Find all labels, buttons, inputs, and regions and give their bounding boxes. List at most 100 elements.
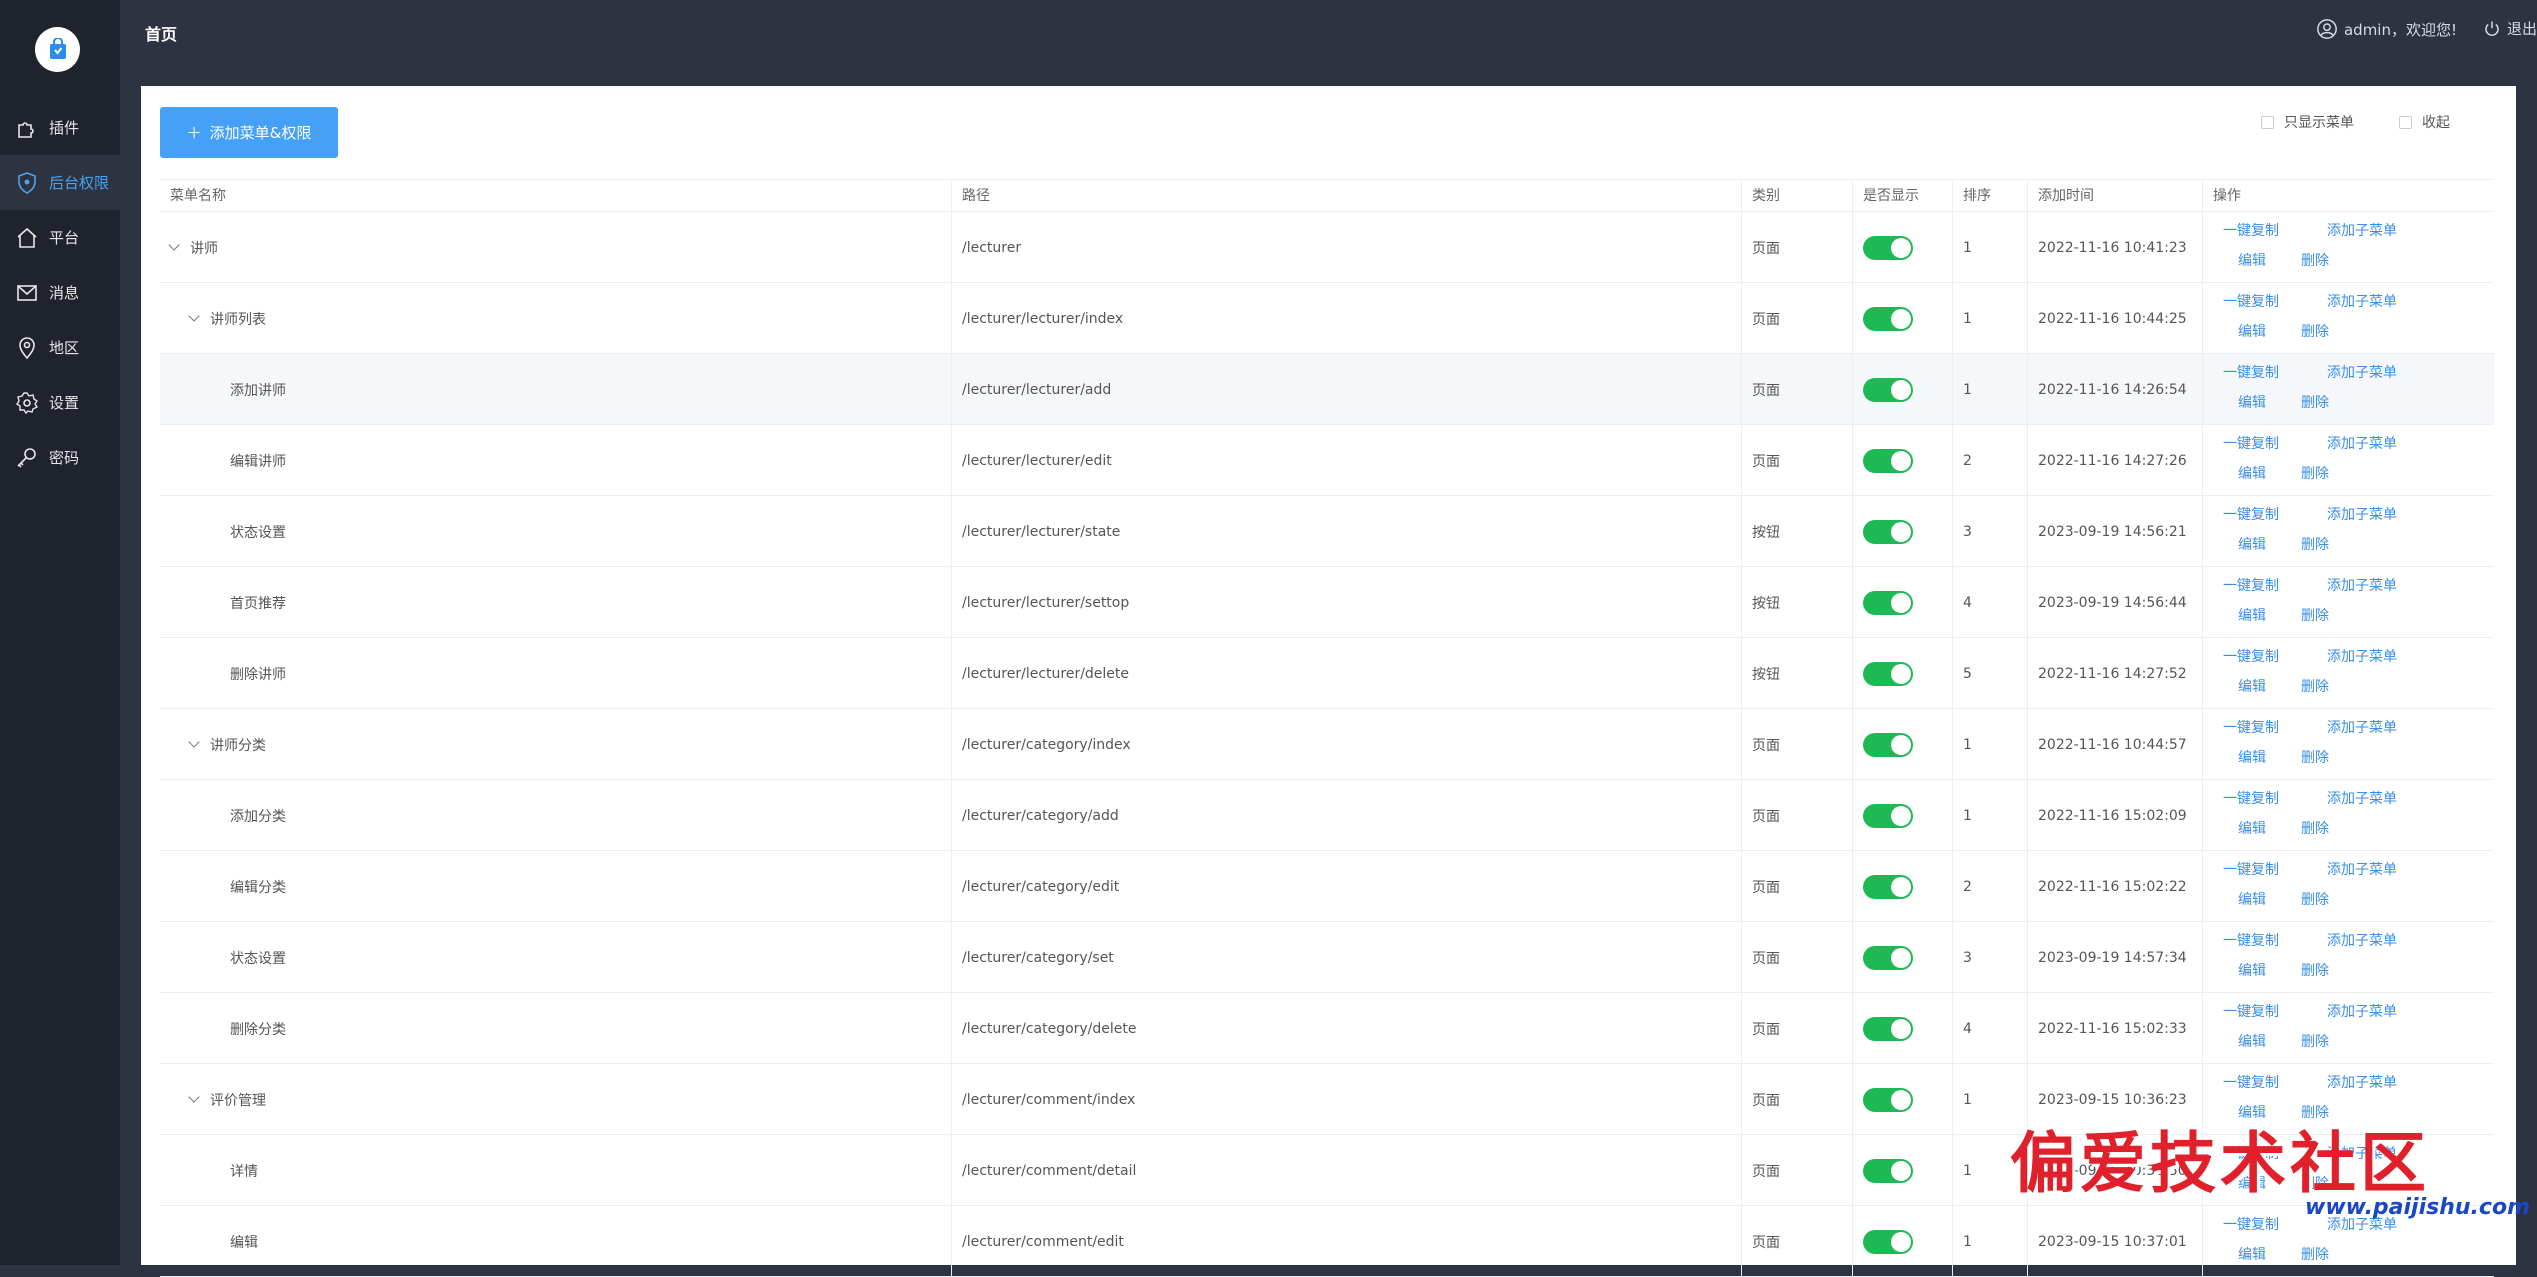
show-toggle[interactable] bbox=[1863, 1158, 1913, 1183]
table-row[interactable]: 删除讲师 /lecturer/lecturer/delete 按钮 5 2022… bbox=[160, 638, 2494, 709]
copy-link[interactable]: 一键复制 bbox=[2223, 1214, 2279, 1234]
copy-link[interactable]: 一键复制 bbox=[2223, 291, 2279, 311]
copy-link[interactable]: 一键复制 bbox=[2223, 717, 2279, 737]
table-row[interactable]: 删除分类 /lecturer/category/delete 页面 4 2022… bbox=[160, 993, 2494, 1064]
edit-link[interactable]: 编辑 bbox=[2238, 605, 2266, 625]
table-row[interactable]: 编辑 /lecturer/comment/edit 页面 1 2023-09-1… bbox=[160, 1206, 2494, 1277]
delete-link[interactable]: 删除 bbox=[2301, 250, 2329, 270]
copy-link[interactable]: 一键复制 bbox=[2223, 220, 2279, 240]
show-toggle[interactable] bbox=[1863, 803, 1913, 828]
chevron-down-icon[interactable] bbox=[188, 310, 200, 322]
delete-link[interactable]: 删除 bbox=[2301, 463, 2329, 483]
add-child-link[interactable]: 添加子菜单 bbox=[2327, 788, 2397, 808]
checkbox-box[interactable] bbox=[2261, 115, 2274, 129]
add-child-link[interactable]: 添加子菜单 bbox=[2327, 433, 2397, 453]
show-toggle[interactable] bbox=[1863, 1087, 1913, 1112]
show-toggle[interactable] bbox=[1863, 1229, 1913, 1254]
collapse-checkbox[interactable]: 收起 bbox=[2399, 112, 2450, 132]
show-toggle[interactable] bbox=[1863, 448, 1913, 473]
show-toggle[interactable] bbox=[1863, 661, 1913, 686]
add-child-link[interactable]: 添加子菜单 bbox=[2327, 362, 2397, 382]
add-child-link[interactable]: 添加子菜单 bbox=[2327, 930, 2397, 950]
edit-link[interactable]: 编辑 bbox=[2238, 1244, 2266, 1264]
table-row[interactable]: 状态设置 /lecturer/category/set 页面 3 2023-09… bbox=[160, 922, 2494, 993]
copy-link[interactable]: 一键复制 bbox=[2223, 1072, 2279, 1092]
delete-link[interactable]: 删除 bbox=[2301, 605, 2329, 625]
copy-link[interactable]: 一键复制 bbox=[2223, 575, 2279, 595]
delete-link[interactable]: 删除 bbox=[2301, 1244, 2329, 1264]
add-child-link[interactable]: 添加子菜单 bbox=[2327, 646, 2397, 666]
table-row[interactable]: 讲师列表 /lecturer/lecturer/index 页面 1 2022-… bbox=[160, 283, 2494, 354]
edit-link[interactable]: 编辑 bbox=[2238, 534, 2266, 554]
sidebar-item-0[interactable]: 插件 bbox=[0, 100, 120, 155]
table-row[interactable]: 状态设置 /lecturer/lecturer/state 按钮 3 2023-… bbox=[160, 496, 2494, 567]
sidebar-item-6[interactable]: 密码 bbox=[0, 430, 120, 485]
show-toggle[interactable] bbox=[1863, 874, 1913, 899]
sidebar-item-1[interactable]: 后台权限 bbox=[0, 155, 120, 210]
sidebar-item-2[interactable]: 平台 bbox=[0, 210, 120, 265]
table-row[interactable]: 编辑讲师 /lecturer/lecturer/edit 页面 2 2022-1… bbox=[160, 425, 2494, 496]
sidebar-item-4[interactable]: 地区 bbox=[0, 320, 120, 375]
add-menu-button[interactable]: ＋ 添加菜单&权限 bbox=[160, 107, 338, 158]
add-child-link[interactable]: 添加子菜单 bbox=[2327, 220, 2397, 240]
edit-link[interactable]: 编辑 bbox=[2238, 676, 2266, 696]
delete-link[interactable]: 删除 bbox=[2301, 1031, 2329, 1051]
edit-link[interactable]: 编辑 bbox=[2238, 321, 2266, 341]
delete-link[interactable]: 删除 bbox=[2301, 321, 2329, 341]
app-logo[interactable] bbox=[35, 27, 80, 72]
copy-link[interactable]: 一键复制 bbox=[2223, 362, 2279, 382]
delete-link[interactable]: 删除 bbox=[2301, 889, 2329, 909]
edit-link[interactable]: 编辑 bbox=[2238, 463, 2266, 483]
add-child-link[interactable]: 添加子菜单 bbox=[2327, 291, 2397, 311]
sidebar-item-5[interactable]: 设置 bbox=[0, 375, 120, 430]
edit-link[interactable]: 编辑 bbox=[2238, 250, 2266, 270]
delete-link[interactable]: 删除 bbox=[2301, 392, 2329, 412]
show-toggle[interactable] bbox=[1863, 377, 1913, 402]
add-child-link[interactable]: 添加子菜单 bbox=[2327, 504, 2397, 524]
table-row[interactable]: 添加讲师 /lecturer/lecturer/add 页面 1 2022-11… bbox=[160, 354, 2494, 425]
only-menu-checkbox[interactable]: 只显示菜单 bbox=[2261, 112, 2354, 132]
copy-link[interactable]: 一键复制 bbox=[2223, 646, 2279, 666]
table-row[interactable]: 首页推荐 /lecturer/lecturer/settop 按钮 4 2023… bbox=[160, 567, 2494, 638]
checkbox-box[interactable] bbox=[2399, 115, 2412, 129]
show-toggle[interactable] bbox=[1863, 590, 1913, 615]
copy-link[interactable]: 一键复制 bbox=[2223, 930, 2279, 950]
add-child-link[interactable]: 添加子菜单 bbox=[2327, 1001, 2397, 1021]
add-child-link[interactable]: 添加子菜单 bbox=[2327, 1072, 2397, 1092]
add-child-link[interactable]: 添加子菜单 bbox=[2327, 717, 2397, 737]
edit-link[interactable]: 编辑 bbox=[2238, 889, 2266, 909]
edit-link[interactable]: 编辑 bbox=[2238, 1031, 2266, 1051]
chevron-down-icon[interactable] bbox=[188, 1091, 200, 1103]
copy-link[interactable]: 一键复制 bbox=[2223, 859, 2279, 879]
copy-link[interactable]: 一键复制 bbox=[2223, 433, 2279, 453]
delete-link[interactable]: 删除 bbox=[2301, 960, 2329, 980]
copy-link[interactable]: 一键复制 bbox=[2223, 788, 2279, 808]
chevron-down-icon[interactable] bbox=[188, 736, 200, 748]
delete-link[interactable]: 删除 bbox=[2301, 676, 2329, 696]
table-row[interactable]: 讲师 /lecturer 页面 1 2022-11-16 10:41:23 一键… bbox=[160, 212, 2494, 283]
delete-link[interactable]: 删除 bbox=[2301, 818, 2329, 838]
user-menu[interactable]: admin，欢迎您! bbox=[2316, 18, 2457, 40]
table-row[interactable]: 编辑分类 /lecturer/category/edit 页面 2 2022-1… bbox=[160, 851, 2494, 922]
show-toggle[interactable] bbox=[1863, 945, 1913, 970]
show-toggle[interactable] bbox=[1863, 732, 1913, 757]
show-toggle[interactable] bbox=[1863, 1016, 1913, 1041]
edit-link[interactable]: 编辑 bbox=[2238, 818, 2266, 838]
show-toggle[interactable] bbox=[1863, 519, 1913, 544]
delete-link[interactable]: 删除 bbox=[2301, 747, 2329, 767]
edit-link[interactable]: 编辑 bbox=[2238, 392, 2266, 412]
show-toggle[interactable] bbox=[1863, 306, 1913, 331]
show-toggle[interactable] bbox=[1863, 235, 1913, 260]
chevron-down-icon[interactable] bbox=[168, 239, 180, 251]
copy-link[interactable]: 一键复制 bbox=[2223, 1001, 2279, 1021]
sidebar-item-3[interactable]: 消息 bbox=[0, 265, 120, 320]
delete-link[interactable]: 删除 bbox=[2301, 534, 2329, 554]
add-child-link[interactable]: 添加子菜单 bbox=[2327, 859, 2397, 879]
table-row[interactable]: 讲师分类 /lecturer/category/index 页面 1 2022-… bbox=[160, 709, 2494, 780]
logout-button[interactable]: 退出 bbox=[2483, 18, 2537, 39]
add-child-link[interactable]: 添加子菜单 bbox=[2327, 575, 2397, 595]
table-row[interactable]: 添加分类 /lecturer/category/add 页面 1 2022-11… bbox=[160, 780, 2494, 851]
copy-link[interactable]: 一键复制 bbox=[2223, 504, 2279, 524]
edit-link[interactable]: 编辑 bbox=[2238, 960, 2266, 980]
edit-link[interactable]: 编辑 bbox=[2238, 747, 2266, 767]
